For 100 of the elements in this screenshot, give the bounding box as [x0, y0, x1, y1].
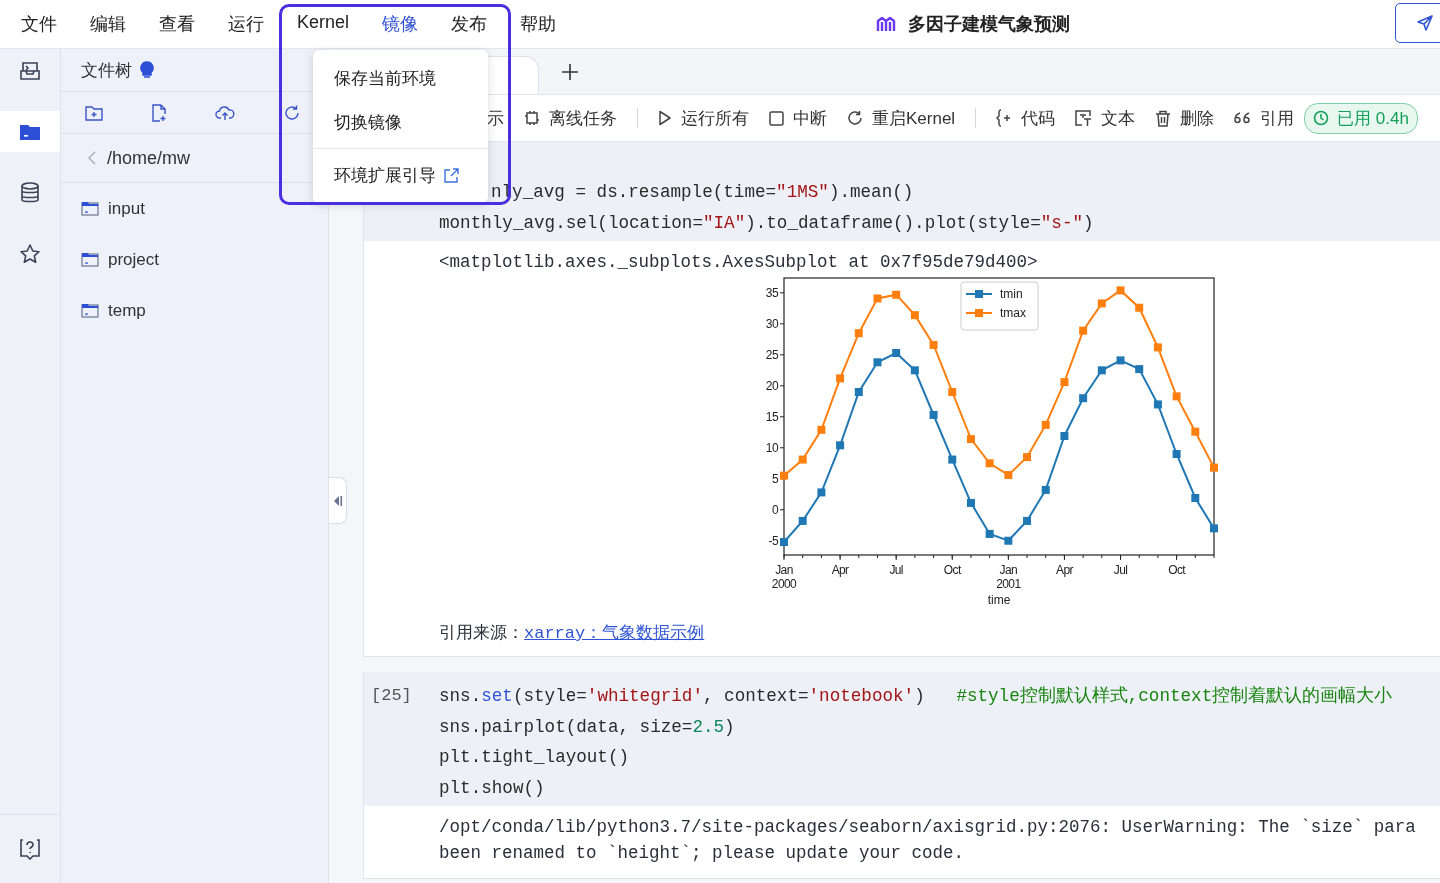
point [1172, 392, 1181, 401]
point [966, 435, 975, 444]
source-link[interactable]: xarray：气象数据示例 [524, 621, 705, 644]
point [910, 311, 919, 320]
toolbar-button[interactable]: 运行所有 [658, 106, 749, 130]
point [1210, 463, 1218, 472]
point [1210, 524, 1218, 533]
lightbulb-icon[interactable] [140, 61, 154, 79]
folder-icon [81, 252, 99, 267]
x-tick-label: Jan 2000 [771, 554, 797, 591]
play-icon [658, 110, 672, 126]
folder-item[interactable]: temp [61, 285, 328, 336]
send-icon [1416, 14, 1434, 32]
toolbar-button[interactable]: 中断 [769, 106, 827, 130]
collapse-handle[interactable] [329, 477, 347, 524]
y-tick-label: 10 [765, 440, 785, 455]
text-block-icon [1075, 109, 1093, 127]
code-line: sns.pairplot(data, size=2.5) [439, 715, 736, 739]
code-line: plt.show() [439, 776, 546, 800]
menu-item[interactable]: 查看 [159, 12, 195, 36]
y-tick-label: 25 [765, 347, 779, 362]
menu-option[interactable]: 保存当前环境 [313, 56, 488, 100]
menu-item[interactable]: 编辑 [90, 12, 126, 36]
point [948, 388, 957, 397]
point [966, 498, 975, 507]
point [1023, 453, 1032, 462]
code-line: sns.set(style='whitegrid', context='notebook') #style控制默认样式,context控制着默认的画幅大小 [439, 685, 1393, 708]
external-link-icon [444, 167, 459, 183]
y-tick-label: 20 [765, 378, 785, 393]
x-tick-label: Jan 2000 [771, 563, 798, 591]
toolbar-button[interactable]: 删除 [1155, 106, 1215, 130]
menu-item[interactable]: 运行 [228, 12, 264, 36]
toolbar-button[interactable]: 离线任务 [524, 106, 617, 130]
add-icon[interactable] [561, 62, 579, 81]
x-tick-label: Jul [889, 563, 903, 577]
help-icon[interactable] [19, 838, 41, 860]
toolbar-button[interactable]: 文本 [1075, 106, 1136, 130]
point [1135, 365, 1144, 374]
y-tick-label: 35 [765, 285, 779, 300]
point [1004, 471, 1013, 480]
point [948, 455, 957, 464]
y-tick-label: 10 [765, 440, 779, 455]
y-tick-label: 5 [771, 471, 779, 486]
folder-icon [19, 122, 41, 141]
point [1041, 420, 1050, 429]
x-tick-label: Jul [889, 554, 903, 577]
y-tick-label: -5 [768, 533, 785, 548]
point [798, 455, 807, 464]
panel-title: 文件树 [81, 59, 132, 82]
point [873, 358, 882, 367]
x-tick-label: Oct [1168, 554, 1186, 577]
new-folder-icon[interactable] [85, 104, 103, 121]
menu-item[interactable]: 帮助 [520, 12, 557, 36]
folder-icon [81, 201, 99, 216]
menu-item[interactable]: Kernel [297, 12, 350, 36]
x-tick-label: Apr [1056, 554, 1073, 577]
point [1079, 394, 1088, 403]
legend-label: tmin [1000, 287, 1023, 301]
x-tick-label: Apr [831, 554, 849, 577]
point [892, 290, 901, 299]
point [985, 459, 994, 468]
menu-item[interactable]: 发布 [451, 12, 488, 36]
point [836, 374, 845, 383]
logo-icon [876, 15, 896, 33]
folder-icon [81, 303, 99, 318]
upload-cloud-icon[interactable] [215, 104, 235, 121]
x-tick-label: Jul [1113, 554, 1128, 577]
menu-item[interactable]: 镜像 [382, 12, 419, 36]
y-tick-label: 15 [765, 409, 785, 424]
point [1041, 485, 1050, 494]
y-tick-label: 25 [765, 347, 785, 362]
x-tick-label: Jul [1113, 563, 1128, 577]
notebook-cell[interactable] [363, 672, 1440, 879]
new-file-icon[interactable] [151, 103, 167, 122]
sidebar-tab[interactable] [0, 111, 60, 152]
point [929, 340, 938, 349]
stop-icon [769, 110, 784, 126]
refresh-icon[interactable] [283, 103, 301, 122]
chip-icon [524, 110, 540, 126]
point [1116, 286, 1125, 295]
toolbar-button[interactable]: 引用 [1234, 106, 1295, 130]
toolbar-button[interactable]: 重启Kernel [847, 106, 956, 130]
point [1191, 427, 1200, 436]
clock-icon [1313, 110, 1330, 126]
toolbar-button[interactable]: 示 [487, 106, 504, 130]
point [1060, 432, 1069, 441]
point [817, 425, 826, 434]
y-tick-label: -5 [768, 533, 779, 548]
output-line: /opt/conda/lib/python3.7/site-packages/seaborn/axisgrid.py:2076: UserWarning: The `size` para [439, 816, 1416, 839]
toolbar-button[interactable]: 代码 [996, 106, 1056, 130]
y-tick-label: 15 [765, 409, 779, 424]
menu-item[interactable]: 文件 [21, 12, 57, 36]
menu-option[interactable]: 切换镜像 [313, 100, 488, 144]
point [910, 366, 919, 375]
output-line: been renamed to `height`; please update your code. [439, 842, 965, 865]
point [1079, 326, 1088, 335]
point [985, 529, 994, 538]
folder-item[interactable]: project [61, 234, 328, 285]
point [1116, 356, 1125, 365]
code-line: monthly_avg.sel(location="IA").to_dataframe().plot(style="s-") [439, 211, 1094, 235]
